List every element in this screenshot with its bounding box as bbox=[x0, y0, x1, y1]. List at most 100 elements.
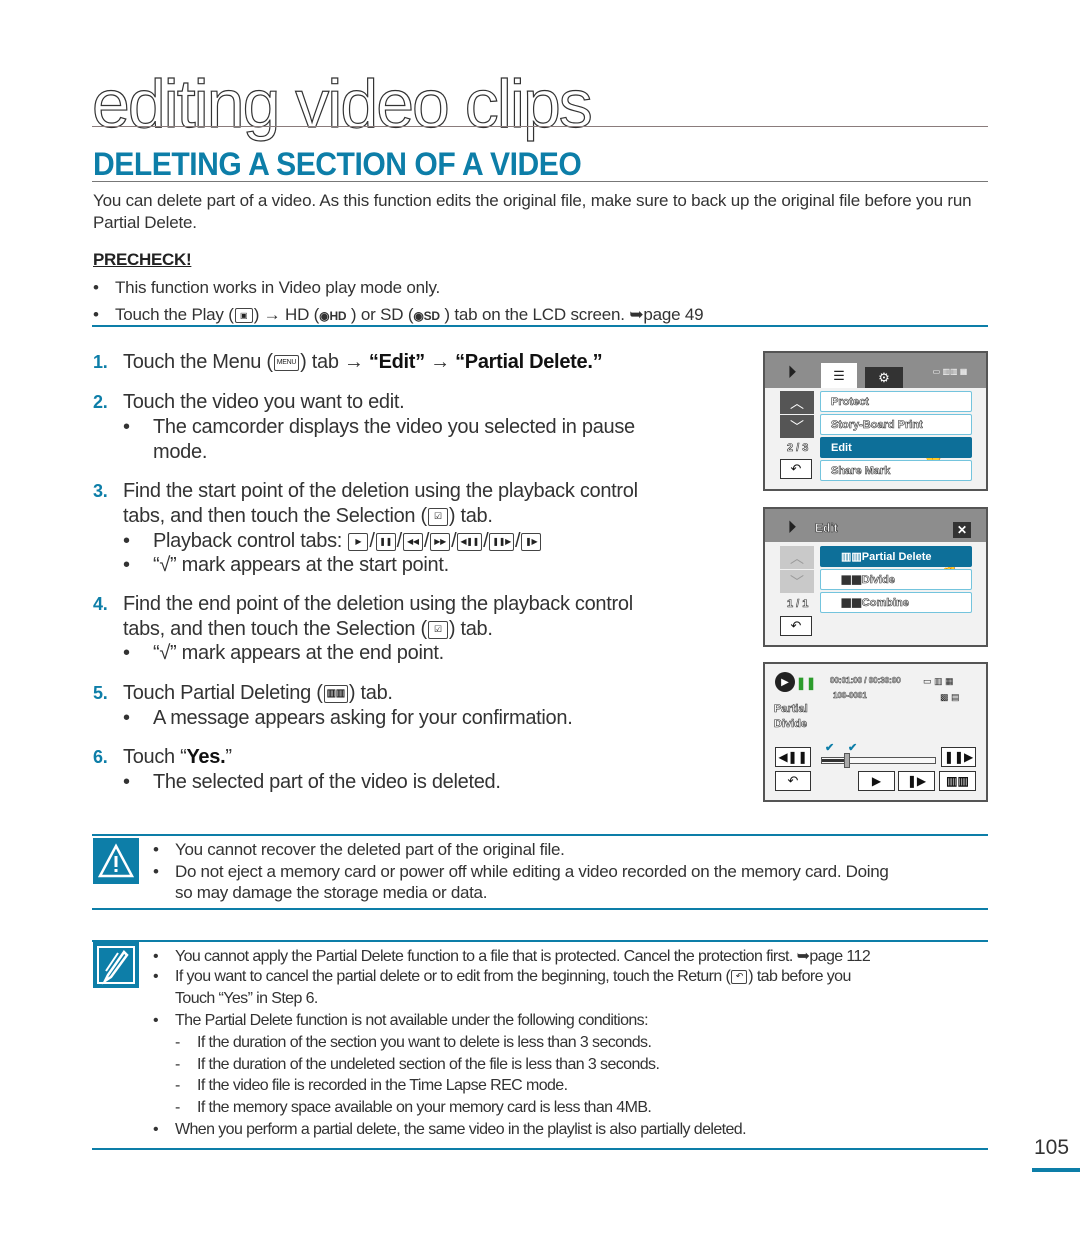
return-button[interactable]: ↶ bbox=[780, 616, 812, 636]
playback-control-icon: ❚▶ bbox=[521, 532, 542, 551]
step-3-cont: tabs, and then touch the Selection (☑) t… bbox=[123, 504, 493, 529]
text: If the duration of the section you want … bbox=[197, 1034, 652, 1051]
separator: / bbox=[396, 530, 403, 552]
note-bottom-rule bbox=[92, 1148, 988, 1150]
page-indicator: 2 / 3 bbox=[787, 442, 809, 455]
text: Find the end point of the deletion using… bbox=[123, 593, 633, 615]
menu-item-label: Protect bbox=[831, 395, 870, 408]
step-back-button[interactable]: ◀❚❚ bbox=[775, 747, 811, 767]
menu-item-combine[interactable]: ▤▤ Combine bbox=[820, 592, 972, 613]
text: Playback control tabs: bbox=[153, 530, 343, 552]
hd-play-icon: ◉HD bbox=[319, 309, 347, 323]
menu-item-label: Share Mark bbox=[831, 464, 891, 477]
text: Touch the Play ( bbox=[115, 305, 234, 324]
start-mark-icon: ✔ bbox=[825, 742, 835, 754]
separator: / bbox=[483, 530, 489, 552]
text: ” bbox=[225, 746, 232, 768]
return-button[interactable]: ↶ bbox=[775, 771, 811, 791]
step-number: 6. bbox=[93, 747, 108, 767]
text: You cannot apply the Partial Delete func… bbox=[175, 948, 871, 965]
scroll-up-button[interactable]: ︿ bbox=[780, 391, 814, 414]
quality-icons: ▩ ▤ bbox=[940, 692, 960, 702]
menu-item-protect[interactable]: Protect bbox=[820, 391, 972, 412]
text: When you perform a partial delete, the s… bbox=[175, 1121, 747, 1138]
menu-item-icon: ▦▦ bbox=[841, 574, 862, 587]
text: ) or SD ( bbox=[346, 305, 414, 324]
step-4: 4. Find the end point of the deletion usi… bbox=[93, 592, 633, 617]
step-4-cont: tabs, and then touch the Selection (☑) t… bbox=[123, 617, 493, 642]
close-button[interactable]: ✕ bbox=[953, 522, 971, 538]
text: ) tab before you bbox=[748, 968, 851, 985]
section-title: DELETING A SECTION OF A VIDEO bbox=[93, 146, 582, 182]
note-item: • You cannot apply the Partial Delete fun… bbox=[153, 948, 871, 965]
playback-control-icon: ▶ bbox=[348, 532, 369, 551]
menu-item-icon: ▥▥ bbox=[841, 551, 862, 563]
text: The Partial Delete function is not avail… bbox=[175, 1012, 649, 1029]
progress-slider[interactable] bbox=[821, 753, 936, 768]
step-2-bullet-cont: mode. bbox=[153, 441, 208, 463]
note-top-rule bbox=[92, 940, 988, 942]
step-3: 3. Find the start point of the deletion u… bbox=[93, 479, 638, 504]
step-5-bullet: • A message appears asking for your confi… bbox=[123, 707, 573, 729]
settings-tab[interactable]: ⚙ bbox=[865, 367, 903, 388]
lcd-playback-screen: ▶ ❚❚ 00:01:00 / 00:30:00 100-0001 ▭ ▥ ▦ … bbox=[763, 662, 988, 802]
partial-delete-label: “Partial Delete.” bbox=[455, 351, 603, 373]
condition-item: - If the memory space available on your m… bbox=[175, 1099, 652, 1116]
slow-play-button[interactable]: ❚▶ bbox=[898, 771, 935, 791]
section-rule bbox=[92, 181, 988, 182]
separator: / bbox=[369, 530, 375, 552]
precheck-item: • Touch the Play (▣) → HD (◉HD ) or SD (◉… bbox=[93, 305, 704, 324]
scroll-down-button[interactable]: ﹀ bbox=[780, 570, 814, 593]
text: ) tab. bbox=[348, 682, 393, 704]
step-forward-button[interactable]: ❚❚▶ bbox=[941, 747, 976, 767]
separator: / bbox=[515, 530, 521, 552]
step-5: 5. Touch Partial Deleting (▥▥) tab. bbox=[93, 681, 393, 706]
mode-label: Partial Divide bbox=[774, 702, 808, 732]
menu-tab[interactable]: ☰ bbox=[821, 363, 857, 388]
text: Touch the Menu ( bbox=[123, 351, 273, 373]
precheck-title: PRECHECK! bbox=[93, 250, 192, 269]
text: Touch the video you want to edit. bbox=[123, 391, 405, 413]
play-button[interactable]: ▶ bbox=[858, 771, 895, 791]
warning-item-cont: so may damage the storage media or data. bbox=[175, 883, 488, 902]
step-number: 5. bbox=[93, 683, 108, 703]
play-mode-icon: ▶ bbox=[775, 672, 795, 692]
warning-item: • Do not eject a memory card or power off… bbox=[153, 862, 889, 881]
step-number: 4. bbox=[93, 594, 108, 614]
scroll-down-button[interactable]: ﹀ bbox=[780, 415, 814, 438]
text: ) tab on the LCD screen. ➥page 49 bbox=[439, 305, 704, 324]
pause-status-icon: ❚❚ bbox=[795, 676, 817, 690]
note-item: • If you want to cancel the partial delet… bbox=[153, 968, 851, 985]
partial-delete-button[interactable]: ▥▥ bbox=[939, 771, 976, 791]
chapter-title: editing video clips bbox=[91, 66, 593, 142]
page-number: 105 bbox=[1034, 1136, 1070, 1159]
step-6-bullet: • The selected part of the video is delet… bbox=[123, 771, 501, 793]
menu-item-share-mark[interactable]: Share Mark bbox=[820, 460, 972, 481]
sd-label: SD bbox=[423, 309, 440, 323]
menu-item-partial-delete[interactable]: ▥▥ Partial Delete bbox=[820, 546, 972, 567]
note-item: • When you perform a partial delete, the … bbox=[153, 1121, 747, 1138]
menu-item-label: Edit bbox=[831, 441, 852, 454]
text: ) tab. bbox=[448, 505, 493, 527]
return-icon: ↶ bbox=[731, 969, 748, 984]
text: Find the start point of the deletion usi… bbox=[123, 480, 638, 502]
text: The camcorder displays the video you sel… bbox=[153, 416, 635, 438]
play-mode-icon[interactable]: ⏵ bbox=[779, 361, 805, 383]
text: If the video file is recorded in the Tim… bbox=[197, 1077, 568, 1094]
condition-item: - If the video file is recorded in the Ti… bbox=[175, 1077, 568, 1094]
return-button[interactable]: ↶ bbox=[780, 459, 812, 479]
playback-control-icon: ◀❚❚ bbox=[457, 532, 483, 551]
text: “√” mark appears at the end point. bbox=[153, 642, 444, 664]
menu-item-story-board-print[interactable]: Story-Board Print bbox=[820, 414, 972, 435]
slider-thumb[interactable] bbox=[843, 753, 850, 768]
text: Touch “ bbox=[123, 746, 187, 768]
menu-item-edit[interactable]: Edit bbox=[820, 437, 972, 458]
separator: / bbox=[423, 530, 430, 552]
mode-line-2: Divide bbox=[774, 718, 808, 731]
step-3-bullet: • “√” mark appears at the start point. bbox=[123, 554, 449, 576]
warning-icon bbox=[93, 838, 139, 884]
step-6: 6. Touch “Yes.” bbox=[93, 745, 232, 770]
battery-status-icon: ▭ ▥▥ ▦ bbox=[932, 366, 968, 376]
menu-item-divide[interactable]: ▦▦ Divide bbox=[820, 569, 972, 590]
scroll-up-button[interactable]: ︿ bbox=[780, 546, 814, 569]
